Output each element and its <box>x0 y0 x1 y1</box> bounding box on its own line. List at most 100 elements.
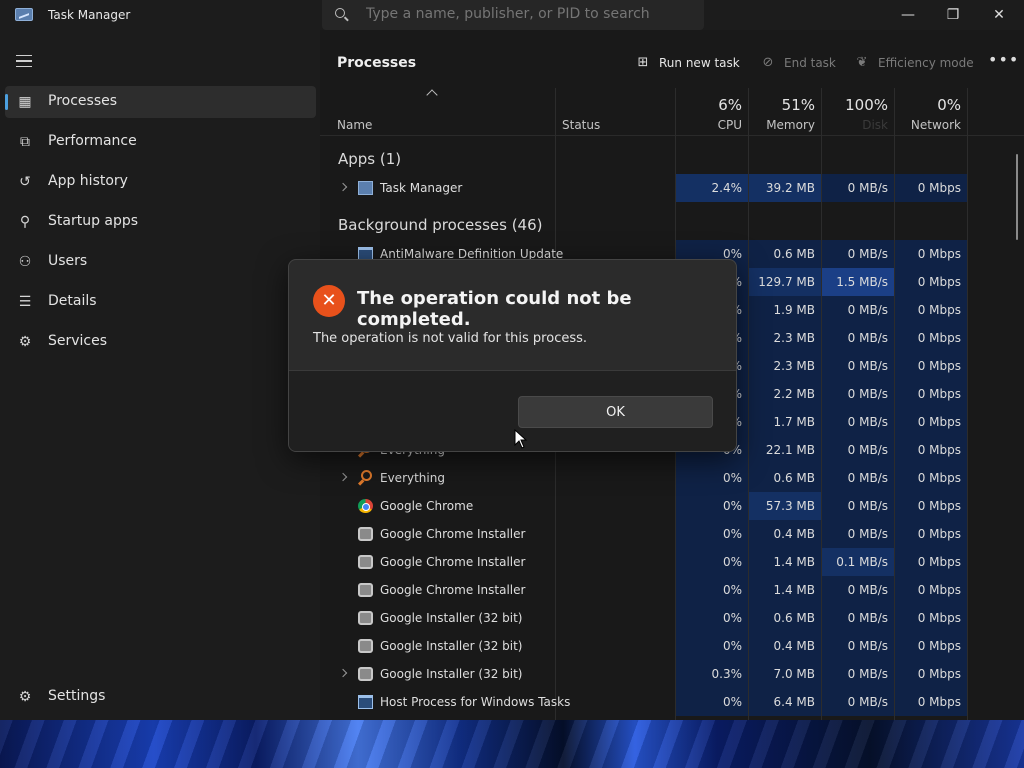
vertical-scrollbar[interactable] <box>1016 154 1018 240</box>
table-row[interactable]: Google Chrome 0% 57.3 MB 0 MB/s 0 Mbps <box>320 492 1024 520</box>
table-row[interactable]: Google Chrome Installer 0% 0.4 MB 0 MB/s… <box>320 520 1024 548</box>
table-row[interactable]: Task Manager 2.4% 39.2 MB 0 MB/s 0 Mbps <box>320 174 1024 202</box>
run-task-icon: ⊞ <box>637 55 649 70</box>
users-icon: ⚇ <box>18 254 32 270</box>
memory-cell: 1.4 MB <box>749 576 821 604</box>
sidebar-item-settings[interactable]: ⚙ Settings <box>5 681 316 713</box>
cpu-cell: 0% <box>676 520 748 548</box>
memory-cell: 0.6 MB <box>749 464 821 492</box>
disk-cell: 0 MB/s <box>822 688 894 716</box>
sidebar-item-startup-apps[interactable]: ⚲ Startup apps <box>5 206 316 238</box>
table-row[interactable]: Google Installer (32 bit) 0.3% 7.0 MB 0 … <box>320 660 1024 688</box>
page-title: Processes <box>337 55 417 71</box>
efficiency-mode-label: Efficiency mode <box>878 56 974 70</box>
close-button[interactable]: ✕ <box>976 0 1022 30</box>
cpu-percent[interactable]: 6% <box>676 96 742 114</box>
memory-cell: 7.0 MB <box>749 660 821 688</box>
process-name: Google Chrome <box>380 499 474 513</box>
network-cell: 0 Mbps <box>895 520 967 548</box>
error-dialog: ✕ The operation could not be completed. … <box>288 259 737 452</box>
process-name: Google Chrome Installer <box>380 583 526 597</box>
more-options-button[interactable]: ••• <box>988 50 1019 69</box>
disk-percent[interactable]: 100% <box>822 96 888 114</box>
cpu-cell: 0% <box>676 604 748 632</box>
efficiency-mode-button[interactable]: ❦ Efficiency mode <box>854 52 974 74</box>
column-status[interactable]: Status <box>562 118 600 132</box>
cpu-cell: 0% <box>676 688 748 716</box>
sidebar-item-label: App history <box>48 173 128 189</box>
column-name[interactable]: Name <box>337 118 372 132</box>
network-cell: 0 Mbps <box>895 324 967 352</box>
desktop-wallpaper <box>0 720 1024 768</box>
disk-cell: 0 MB/s <box>822 296 894 324</box>
memory-cell: 1.7 MB <box>749 408 821 436</box>
memory-percent[interactable]: 51% <box>749 96 815 114</box>
sidebar-item-label: Users <box>48 253 88 269</box>
expand-chevron-icon[interactable] <box>338 668 348 678</box>
search-input[interactable] <box>366 6 686 22</box>
network-percent[interactable]: 0% <box>895 96 961 114</box>
memory-cell: 129.7 MB <box>749 268 821 296</box>
table-row[interactable]: Everything 0% 0.6 MB 0 MB/s 0 Mbps <box>320 464 1024 492</box>
network-cell: 0 Mbps <box>895 464 967 492</box>
sidebar-item-users[interactable]: ⚇ Users <box>5 246 316 278</box>
process-name: Google Installer (32 bit) <box>380 639 523 653</box>
history-icon: ↺ <box>19 174 31 190</box>
minimize-button[interactable]: — <box>885 0 931 30</box>
memory-cell: 1.4 MB <box>749 548 821 576</box>
memory-cell: 0.6 MB <box>749 240 821 268</box>
search-box[interactable] <box>322 0 704 30</box>
column-disk[interactable]: Disk <box>822 118 888 132</box>
process-name: Google Installer (32 bit) <box>380 667 523 681</box>
sidebar-item-label: Services <box>48 333 108 349</box>
ok-button[interactable]: OK <box>518 396 713 428</box>
column-cpu[interactable]: CPU <box>676 118 742 132</box>
memory-cell: 0.6 MB <box>749 604 821 632</box>
disk-cell: 0 MB/s <box>822 174 894 202</box>
disk-cell: 0 MB/s <box>822 352 894 380</box>
process-name: Google Installer (32 bit) <box>380 611 523 625</box>
everything-search-icon <box>361 470 372 481</box>
disk-cell: 0 MB/s <box>822 464 894 492</box>
run-new-task-button[interactable]: ⊞ Run new task <box>635 52 740 74</box>
group-header-apps: Apps (1) <box>338 150 402 168</box>
hamburger-menu-icon[interactable] <box>16 55 32 67</box>
sidebar-item-processes[interactable]: ▦ Processes <box>5 86 316 118</box>
end-task-button[interactable]: ⊘ End task <box>760 52 836 74</box>
table-row[interactable]: Google Chrome Installer 0% 1.4 MB 0.1 MB… <box>320 548 1024 576</box>
leaf-icon: ❦ <box>856 55 868 70</box>
table-row[interactable]: Google Chrome Installer 0% 1.4 MB 0 MB/s… <box>320 576 1024 604</box>
sidebar-item-app-history[interactable]: ↺ App history <box>5 166 316 198</box>
network-cell: 0 Mbps <box>895 380 967 408</box>
sidebar-item-details[interactable]: ☰ Details <box>5 286 316 318</box>
network-cell: 0 Mbps <box>895 436 967 464</box>
expand-chevron-icon[interactable] <box>338 472 348 482</box>
task-manager-app-icon <box>15 8 33 21</box>
task-manager-process-icon <box>358 181 373 195</box>
memory-cell: 6.4 MB <box>749 688 821 716</box>
sidebar-item-performance[interactable]: ⧉ Performance <box>5 126 316 158</box>
network-cell: 0 Mbps <box>895 492 967 520</box>
table-row[interactable]: Host Process for Windows Tasks 0% 6.4 MB… <box>320 688 1024 716</box>
expand-chevron-icon[interactable] <box>338 182 348 192</box>
network-cell: 0 Mbps <box>895 548 967 576</box>
network-cell: 0 Mbps <box>895 268 967 296</box>
table-row[interactable]: Google Installer (32 bit) 0% 0.6 MB 0 MB… <box>320 604 1024 632</box>
cpu-cell: 0% <box>676 492 748 520</box>
column-network[interactable]: Network <box>895 118 961 132</box>
network-cell: 0 Mbps <box>895 352 967 380</box>
sidebar-item-label: Startup apps <box>48 213 139 229</box>
title-bar: Task Manager — ❐ ✕ <box>0 0 1024 30</box>
disk-cell: 1.5 MB/s <box>822 268 894 296</box>
network-cell: 0 Mbps <box>895 296 967 324</box>
maximize-button[interactable]: ❐ <box>930 0 976 30</box>
disk-cell: 0 MB/s <box>822 492 894 520</box>
memory-cell: 0.4 MB <box>749 632 821 660</box>
cpu-cell: 0% <box>676 464 748 492</box>
details-icon: ☰ <box>18 294 32 310</box>
column-memory[interactable]: Memory <box>749 118 815 132</box>
sidebar-item-services[interactable]: ⚙ Services <box>5 326 316 358</box>
mouse-cursor-icon <box>514 429 528 449</box>
table-row[interactable]: Google Installer (32 bit) 0% 0.4 MB 0 MB… <box>320 632 1024 660</box>
disk-cell: 0 MB/s <box>822 436 894 464</box>
